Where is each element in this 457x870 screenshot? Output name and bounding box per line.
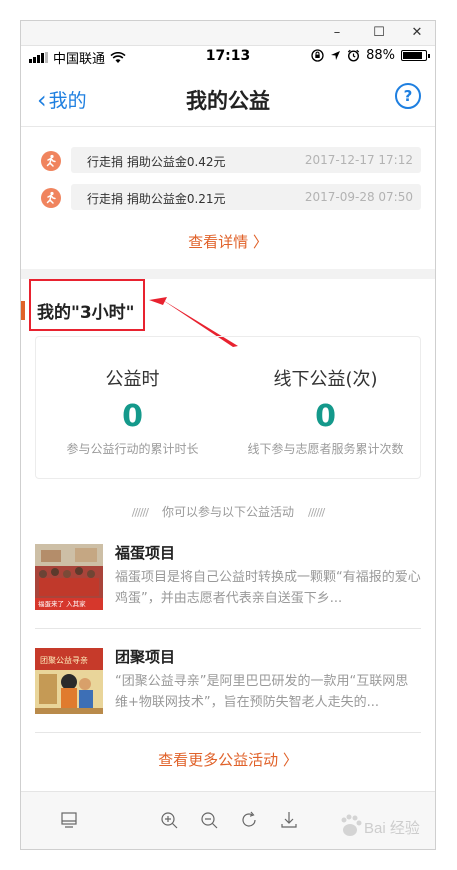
walking-donation-icon: [41, 151, 61, 171]
record-time: 2017-12-17 17:12: [304, 153, 413, 167]
hint-decoration: //////: [131, 506, 149, 519]
record-text: 行走捐 捐助公益金0.21元: [87, 192, 226, 206]
baidu-jingyan-watermark: Bai 经验: [338, 808, 444, 842]
alarm-icon: [347, 49, 360, 62]
record-time: 2017-09-28 07:50: [304, 190, 413, 204]
section-accent-bar: [21, 301, 25, 320]
phone-status-bar: 中国联通 17:13 88%: [21, 46, 435, 67]
section-divider: [21, 269, 435, 279]
stat-value: 0: [315, 399, 336, 434]
project-item-fudan[interactable]: 福蛋来了 入其家 福蛋项目 福蛋项目是将自己公益时转换成一颗颗“有福报的爱心鸡蛋…: [35, 540, 421, 620]
help-icon[interactable]: ?: [395, 83, 421, 109]
stat-value: 0: [122, 399, 143, 434]
activity-hint-text: 你可以参与以下公益活动: [161, 505, 294, 519]
project-name: 团聚项目: [115, 648, 176, 666]
battery-icon: [401, 50, 430, 61]
zoom-out-icon[interactable]: [197, 808, 221, 832]
app-window: – ☐ ✕ 中国联通 17:13 88% ‹ 我的 我的公益 ? 行走捐 捐助公…: [20, 20, 436, 850]
project-desc: “团聚公益寻亲”是阿里巴巴研发的一款用“互联网思维+物联网技术”，旨在预防失智老…: [115, 674, 409, 710]
record-text: 行走捐 捐助公益金0.42元: [87, 155, 226, 169]
minimize-button[interactable]: –: [323, 21, 351, 45]
hint-decoration: //////: [308, 506, 325, 519]
stat-desc: 参与公益行动的累计时长: [66, 442, 199, 456]
location-icon: [331, 51, 341, 60]
stat-label: 公益时: [105, 369, 160, 390]
project-divider: [35, 732, 421, 733]
stats-card: 公益时 0 参与公益行动的累计时长 线下公益(次) 0 线下参与志愿者服务累计次…: [35, 336, 421, 479]
view-more-activities-link[interactable]: 查看更多公益活动 〉: [21, 749, 435, 770]
walking-donation-icon: [41, 188, 61, 208]
window-title-bar: – ☐ ✕: [21, 21, 435, 46]
view-details-link[interactable]: 查看详情 〉: [21, 231, 435, 252]
project-desc: 福蛋项目是将自己公益时转换成一颗颗“有福报的爱心鸡蛋”，并由志愿者代表亲自送蛋下…: [115, 570, 421, 606]
rotation-lock-icon: [311, 49, 324, 62]
battery-percent: 88%: [366, 48, 395, 63]
close-button[interactable]: ✕: [403, 21, 431, 45]
screen-icon[interactable]: [57, 808, 81, 832]
navigation-bar: ‹ 我的 我的公益 ?: [21, 68, 435, 127]
stat-desc: 线下参与志愿者服务累计次数: [247, 442, 404, 456]
record-row: 行走捐 捐助公益金0.21元 2017-09-28 07:50: [41, 184, 421, 212]
project-name: 福蛋项目: [115, 544, 176, 562]
stat-offline-activities[interactable]: 线下公益(次) 0 线下参与志愿者服务累计次数: [229, 337, 422, 457]
activity-hint: ////// 你可以参与以下公益活动 //////: [21, 503, 435, 520]
rotate-icon[interactable]: [237, 808, 261, 832]
page-title: 我的公益: [186, 89, 270, 113]
project-divider: [35, 628, 421, 629]
project-thumbnail: 福蛋来了 入其家: [35, 544, 103, 610]
record-pill: 行走捐 捐助公益金0.42元 2017-12-17 17:12: [71, 147, 421, 173]
record-pill: 行走捐 捐助公益金0.21元 2017-09-28 07:50: [71, 184, 421, 210]
maximize-button[interactable]: ☐: [365, 21, 393, 45]
stat-volunteer-hours[interactable]: 公益时 0 参与公益行动的累计时长: [36, 337, 229, 457]
download-icon[interactable]: [277, 808, 301, 832]
project-thumbnail: 团聚公益寻亲: [35, 648, 103, 714]
stat-label: 线下公益(次): [273, 369, 378, 390]
thumb-caption: 福蛋来了 入其家: [38, 599, 86, 608]
annotation-highlight-box: [29, 279, 145, 331]
project-item-tuanju[interactable]: 团聚公益寻亲 团聚项目 “团聚公益寻亲”是阿里巴巴研发的一款用“互联网思维+物联…: [35, 644, 421, 724]
thumb-caption: 团聚公益寻亲: [40, 655, 88, 665]
record-row: 行走捐 捐助公益金0.42元 2017-12-17 17:12: [41, 147, 421, 175]
zoom-in-icon[interactable]: [157, 808, 181, 832]
svg-text:Bai 经验: Bai 经验: [364, 820, 420, 837]
